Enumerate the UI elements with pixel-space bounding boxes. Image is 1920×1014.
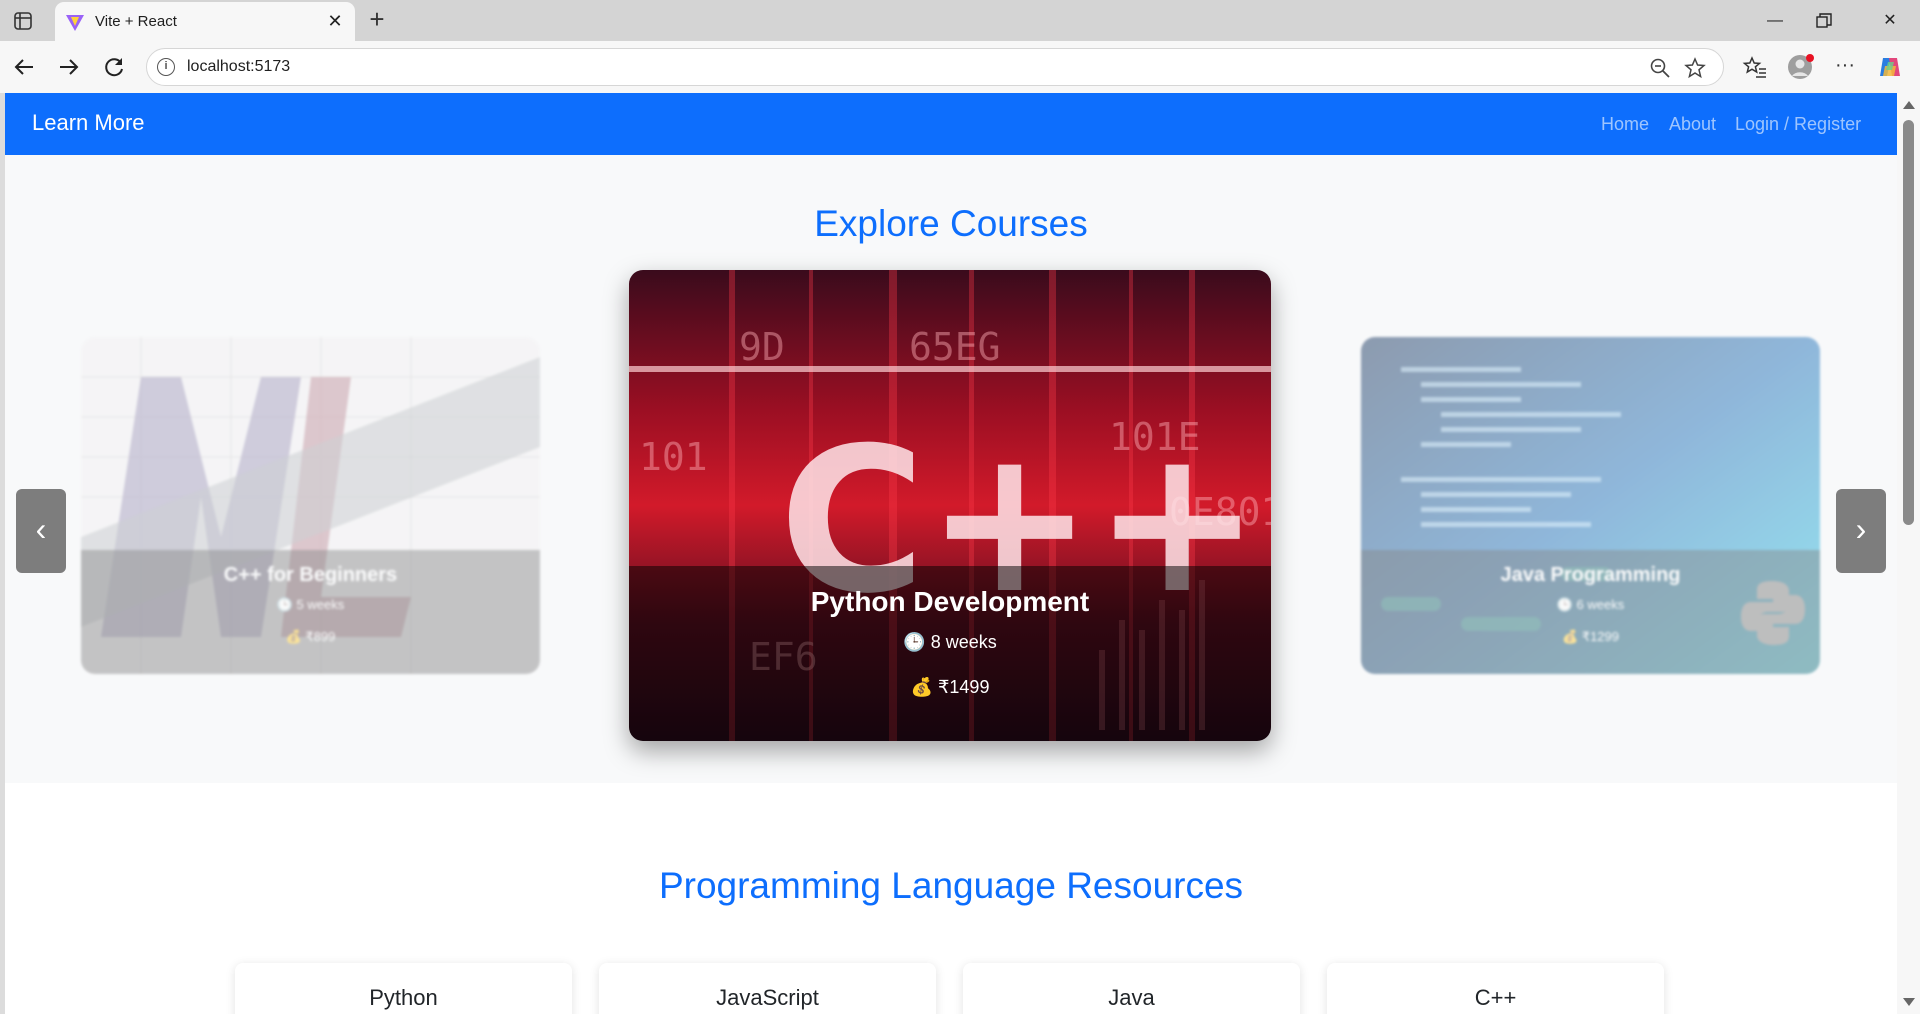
sidebar-toggle-icon[interactable]: [12, 10, 34, 32]
course-price: 💰 ₹1299: [1561, 629, 1619, 644]
nav-login-register-link[interactable]: Login / Register: [1735, 114, 1861, 135]
navbar-brand[interactable]: Learn More: [32, 110, 145, 136]
more-options-icon[interactable]: ···: [1832, 54, 1858, 80]
course-card-active[interactable]: 9D 65EG 101 101E 0E801 EF6 C++ Python De…: [629, 270, 1271, 741]
url-text[interactable]: localhost:5173: [187, 58, 290, 76]
forward-icon[interactable]: [56, 54, 82, 80]
close-tab-icon[interactable]: ✕: [325, 11, 345, 31]
nav-home-link[interactable]: Home: [1601, 114, 1649, 135]
price-value: ₹1499: [937, 677, 990, 697]
course-duration: 🕒 5 weeks: [276, 597, 345, 612]
course-card-right[interactable]: Java Programming 🕒 6 weeks 💰 ₹1299: [1361, 337, 1820, 674]
reload-icon[interactable]: [101, 54, 127, 80]
profile-avatar-icon[interactable]: [1786, 52, 1816, 82]
tab-title: Vite + React: [95, 13, 177, 30]
favorites-list-icon[interactable]: [1742, 54, 1768, 80]
course-duration: 🕒 6 weeks: [1556, 597, 1625, 612]
close-window-icon[interactable]: ✕: [1870, 8, 1910, 34]
svg-text:65EG: 65EG: [909, 325, 1001, 369]
course-title: Java Programming: [1500, 564, 1681, 586]
nav-about-link[interactable]: About: [1669, 114, 1716, 135]
card-caption: Python Development 🕒 8 weeks 💰 ₹1499: [629, 566, 1271, 741]
svg-text:9D: 9D: [739, 325, 785, 369]
zoom-out-icon[interactable]: [1649, 57, 1671, 79]
new-tab-icon[interactable]: +: [364, 6, 390, 33]
carousel-next-button[interactable]: ›: [1836, 489, 1886, 573]
svg-text:101: 101: [639, 435, 708, 479]
carousel-prev-button[interactable]: ‹: [16, 489, 66, 573]
scroll-down-arrow-icon[interactable]: [1903, 998, 1915, 1006]
back-icon[interactable]: [11, 54, 37, 80]
browser-tab[interactable]: Vite + React ✕: [55, 2, 355, 41]
resource-card-python[interactable]: Python: [235, 963, 572, 1014]
minimize-icon[interactable]: —: [1755, 8, 1795, 34]
page-scrollbar[interactable]: [1897, 93, 1920, 1014]
resource-card-cpp[interactable]: C++: [1327, 963, 1664, 1014]
site-info-icon[interactable]: i: [157, 58, 175, 76]
course-duration: 🕒 8 weeks: [903, 632, 997, 652]
duration-value: 5 weeks: [296, 597, 345, 612]
resource-card-java[interactable]: Java: [963, 963, 1300, 1014]
course-card-left[interactable]: C++ for Beginners 🕒 5 weeks 💰 ₹899: [81, 337, 540, 674]
scroll-thumb[interactable]: [1903, 120, 1914, 525]
price-value: ₹899: [305, 629, 336, 644]
course-price: 💰 ₹899: [285, 629, 336, 644]
top-navbar: Learn More Home About Login / Register: [5, 93, 1897, 155]
explore-courses-title: Explore Courses: [814, 203, 1088, 244]
scroll-up-arrow-icon[interactable]: [1903, 101, 1915, 109]
page-viewport: Learn More Home About Login / Register E…: [5, 93, 1897, 1014]
card-caption: C++ for Beginners 🕒 5 weeks 💰 ₹899: [81, 550, 540, 674]
courses-hero: Explore Courses C++ for Beginners 🕒 5 we…: [5, 155, 1897, 783]
duration-value: 6 weeks: [1576, 597, 1625, 612]
card-caption: Java Programming 🕒 6 weeks 💰 ₹1299: [1361, 550, 1820, 674]
copilot-icon[interactable]: [1877, 54, 1903, 80]
restore-icon[interactable]: [1814, 11, 1834, 31]
browser-toolbar: i localhost:5173 ···: [0, 41, 1920, 93]
vite-logo-icon: [66, 15, 84, 31]
course-price: 💰 ₹1499: [910, 677, 990, 697]
favorite-star-icon[interactable]: [1684, 57, 1706, 79]
course-title: Python Development: [810, 586, 1090, 617]
browser-tabstrip: Vite + React ✕ + — ✕: [0, 0, 1920, 41]
price-value: ₹1299: [1581, 629, 1619, 644]
course-title: C++ for Beginners: [223, 564, 398, 586]
resources-title: Programming Language Resources: [658, 865, 1244, 906]
duration-value: 8 weeks: [930, 632, 997, 652]
address-bar[interactable]: i localhost:5173: [146, 48, 1724, 86]
resource-card-javascript[interactable]: JavaScript: [599, 963, 936, 1014]
